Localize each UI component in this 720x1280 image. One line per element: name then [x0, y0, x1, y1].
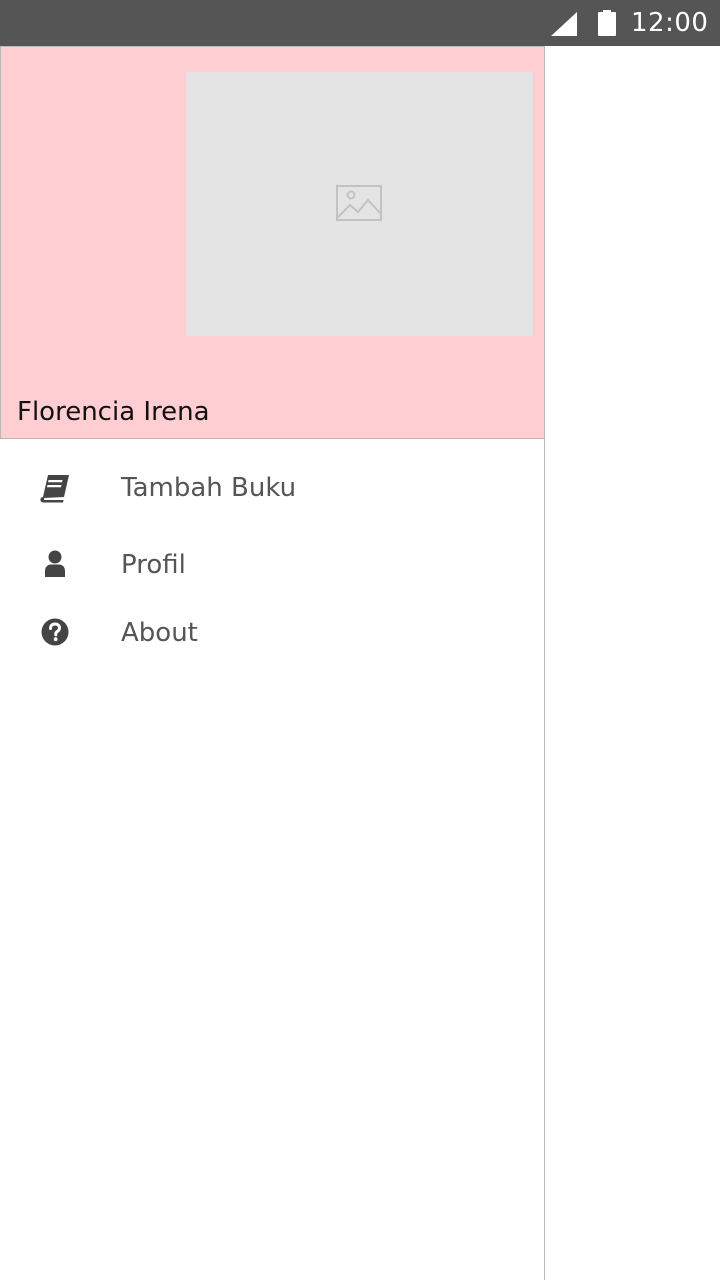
navigation-drawer: Florencia Irena Tambah Buku Profil About: [0, 46, 545, 1280]
app-screen: 12:00 Florencia Irena Tambah Buku Profil…: [0, 0, 720, 1280]
book-icon: [40, 475, 69, 503]
menu-item-about[interactable]: About: [0, 603, 544, 667]
question-circle-icon: [41, 618, 69, 646]
menu-item-tambah-buku[interactable]: Tambah Buku: [0, 455, 544, 519]
status-bar: 12:00: [0, 0, 720, 46]
user-icon: [45, 550, 65, 577]
signal-icon: [551, 12, 577, 36]
status-bar-clock: 12:00: [631, 8, 709, 38]
profile-image[interactable]: [186, 72, 533, 336]
menu-item-profil[interactable]: Profil: [0, 535, 544, 599]
menu-item-label: Tambah Buku: [121, 473, 297, 503]
battery-icon: [598, 10, 616, 36]
user-name: Florencia Irena: [17, 397, 210, 427]
menu-item-label: About: [121, 618, 198, 648]
menu-item-label: Profil: [121, 550, 186, 580]
drawer-header: Florencia Irena: [0, 46, 545, 439]
image-placeholder-icon: [336, 185, 382, 221]
